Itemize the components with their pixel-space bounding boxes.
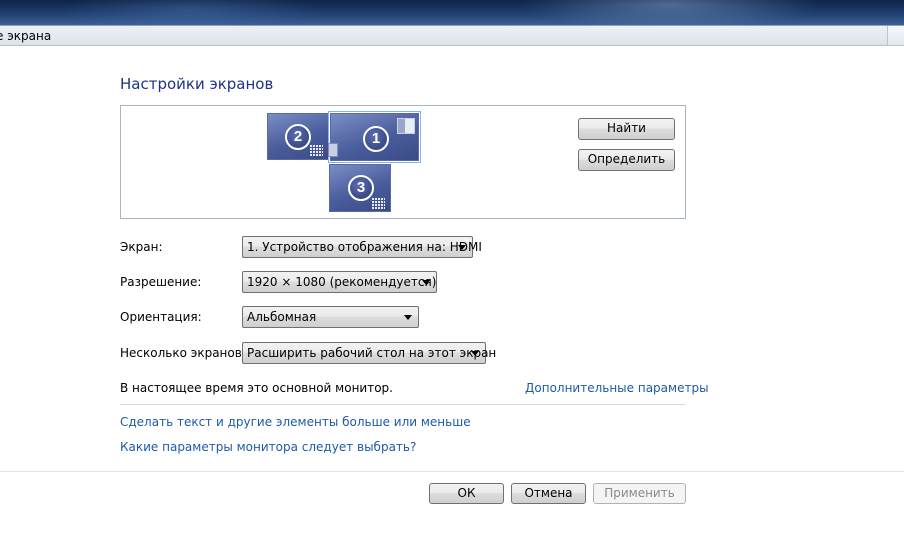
display-grid-icon [310, 144, 323, 156]
multiple-displays-select-value: Расширить рабочий стол на этот экран [247, 346, 497, 360]
resolution-select-value: 1920 × 1080 (рекомендуется) [247, 275, 437, 289]
chevron-down-icon [422, 280, 430, 285]
monitor-number-badge: 2 [285, 124, 311, 150]
advanced-settings-link[interactable]: Дополнительные параметры [525, 381, 709, 395]
monitor-number-badge: 1 [363, 126, 389, 152]
text-size-link[interactable]: Сделать текст и другие элементы больше и… [120, 415, 471, 429]
monitor-arrangement-panel: 2 1 3 Найти Определить [120, 105, 686, 219]
cancel-button[interactable]: Отмена [511, 483, 586, 504]
page-title: Настройки экранов [120, 75, 274, 93]
footer-divider [0, 471, 904, 472]
resolution-select[interactable]: 1920 × 1080 (рекомендуется) [242, 271, 437, 293]
find-button[interactable]: Найти [578, 118, 675, 140]
multiple-displays-select[interactable]: Расширить рабочий стол на этот экран [242, 342, 496, 364]
monitor-number-badge: 3 [348, 175, 374, 201]
identify-button[interactable]: Определить [578, 149, 675, 171]
address-bar-control[interactable] [887, 26, 904, 45]
multiple-displays-label: Несколько экранов: [120, 346, 246, 360]
primary-monitor-status: В настоящее время это основной монитор. [120, 381, 393, 395]
orientation-label: Ориентация: [120, 310, 202, 324]
ok-button[interactable]: ОК [429, 483, 504, 504]
taskbar-icon [328, 143, 338, 157]
apply-button[interactable]: Применить [593, 483, 686, 504]
monitor-1[interactable]: 1 [328, 111, 421, 163]
desktop-background [0, 0, 904, 25]
divider [120, 404, 686, 405]
which-settings-link[interactable]: Какие параметры монитора следует выбрать… [120, 440, 416, 454]
display-select-value: 1. Устройство отображения на: HDMI [247, 240, 482, 254]
display-select[interactable]: 1. Устройство отображения на: HDMI [242, 236, 482, 258]
display-grid-icon [372, 197, 385, 209]
monitor-2[interactable]: 2 [267, 113, 329, 160]
desktop-glow [520, 0, 820, 25]
window-address-bar[interactable]: е экрана [0, 25, 904, 46]
window-icon [397, 118, 415, 134]
resolution-label: Разрешение: [120, 275, 202, 289]
display-label: Экран: [120, 240, 163, 254]
chevron-down-icon [471, 351, 479, 356]
monitor-3[interactable]: 3 [329, 164, 391, 212]
address-text: е экрана [0, 29, 52, 43]
chevron-down-icon [458, 245, 466, 250]
orientation-select[interactable]: Альбомная [242, 306, 419, 328]
orientation-select-value: Альбомная [247, 310, 317, 324]
desktop-glow [60, 0, 320, 25]
chevron-down-icon [404, 315, 412, 320]
